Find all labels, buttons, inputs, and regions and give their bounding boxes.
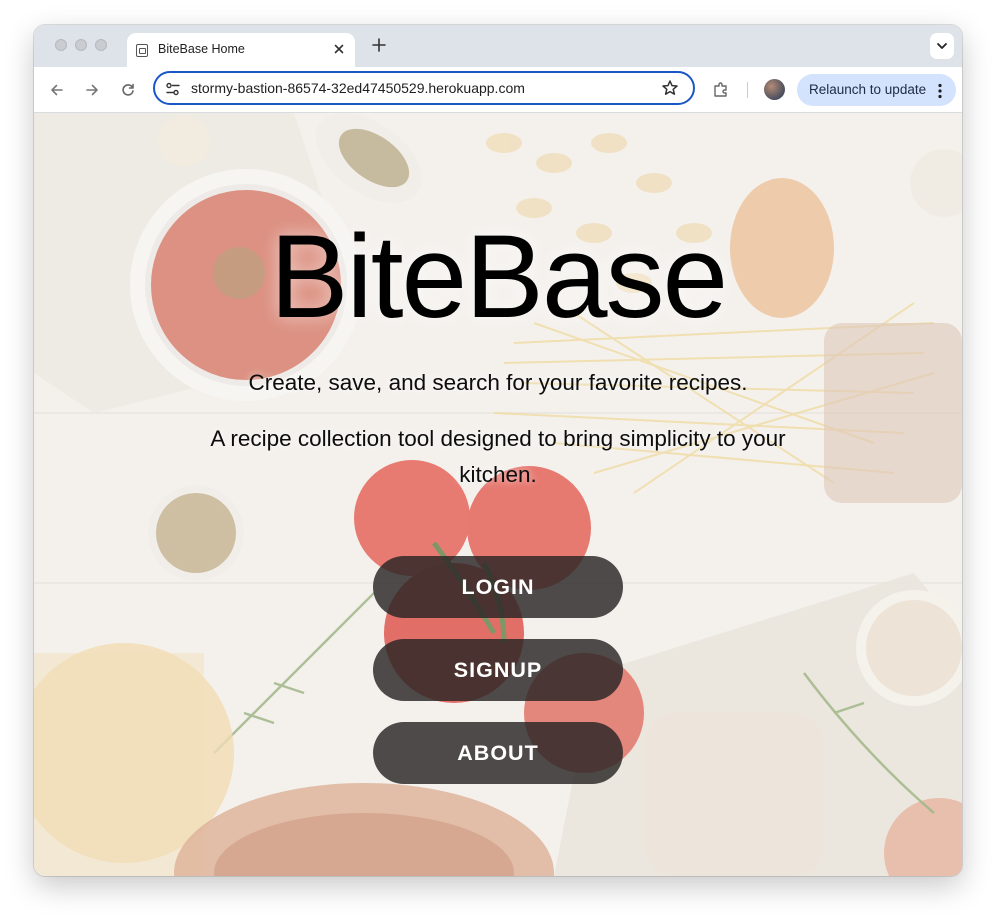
back-icon[interactable]	[47, 80, 67, 100]
window-minimize-dot[interactable]	[75, 39, 87, 51]
tab-strip: BiteBase Home	[34, 25, 962, 67]
bookmark-star-icon[interactable]	[661, 79, 679, 102]
relaunch-label: Relaunch to update	[809, 82, 927, 97]
description: A recipe collection tool designed to bri…	[210, 426, 786, 487]
site-info-icon[interactable]	[165, 82, 181, 101]
close-icon[interactable]	[331, 41, 347, 57]
signup-button[interactable]: SIGNUP	[373, 639, 623, 701]
address-bar[interactable]: stormy-bastion-86574-32ed47450529.heroku…	[153, 71, 695, 105]
login-button[interactable]: LOGIN	[373, 556, 623, 618]
browser-toolbar: stormy-bastion-86574-32ed47450529.heroku…	[34, 67, 962, 113]
extensions-icon[interactable]	[712, 81, 730, 104]
page-title: BiteBase	[269, 211, 728, 343]
reload-icon[interactable]	[118, 80, 138, 100]
landing-page: BiteBase Create, save, and search for yo…	[34, 113, 962, 876]
forward-icon[interactable]	[82, 80, 102, 100]
browser-tab[interactable]: BiteBase Home	[127, 33, 355, 67]
window-zoom-dot[interactable]	[95, 39, 107, 51]
about-button[interactable]: ABOUT	[373, 722, 623, 784]
tab-search-icon[interactable]	[930, 33, 954, 59]
more-menu-icon[interactable]	[937, 83, 943, 104]
tagline: Create, save, and search for your favori…	[248, 370, 748, 395]
new-tab-icon[interactable]	[369, 35, 389, 55]
window-close-dot[interactable]	[55, 39, 67, 51]
toolbar-divider	[747, 82, 748, 98]
browser-window: BiteBase Home stormy-bastion-86574-32ed4	[34, 25, 962, 876]
relaunch-button[interactable]: Relaunch to update	[797, 74, 956, 106]
profile-avatar[interactable]	[764, 79, 785, 100]
url-text: stormy-bastion-86574-32ed47450529.heroku…	[191, 80, 525, 96]
tab-title: BiteBase Home	[158, 42, 245, 56]
favicon-icon	[136, 44, 148, 57]
